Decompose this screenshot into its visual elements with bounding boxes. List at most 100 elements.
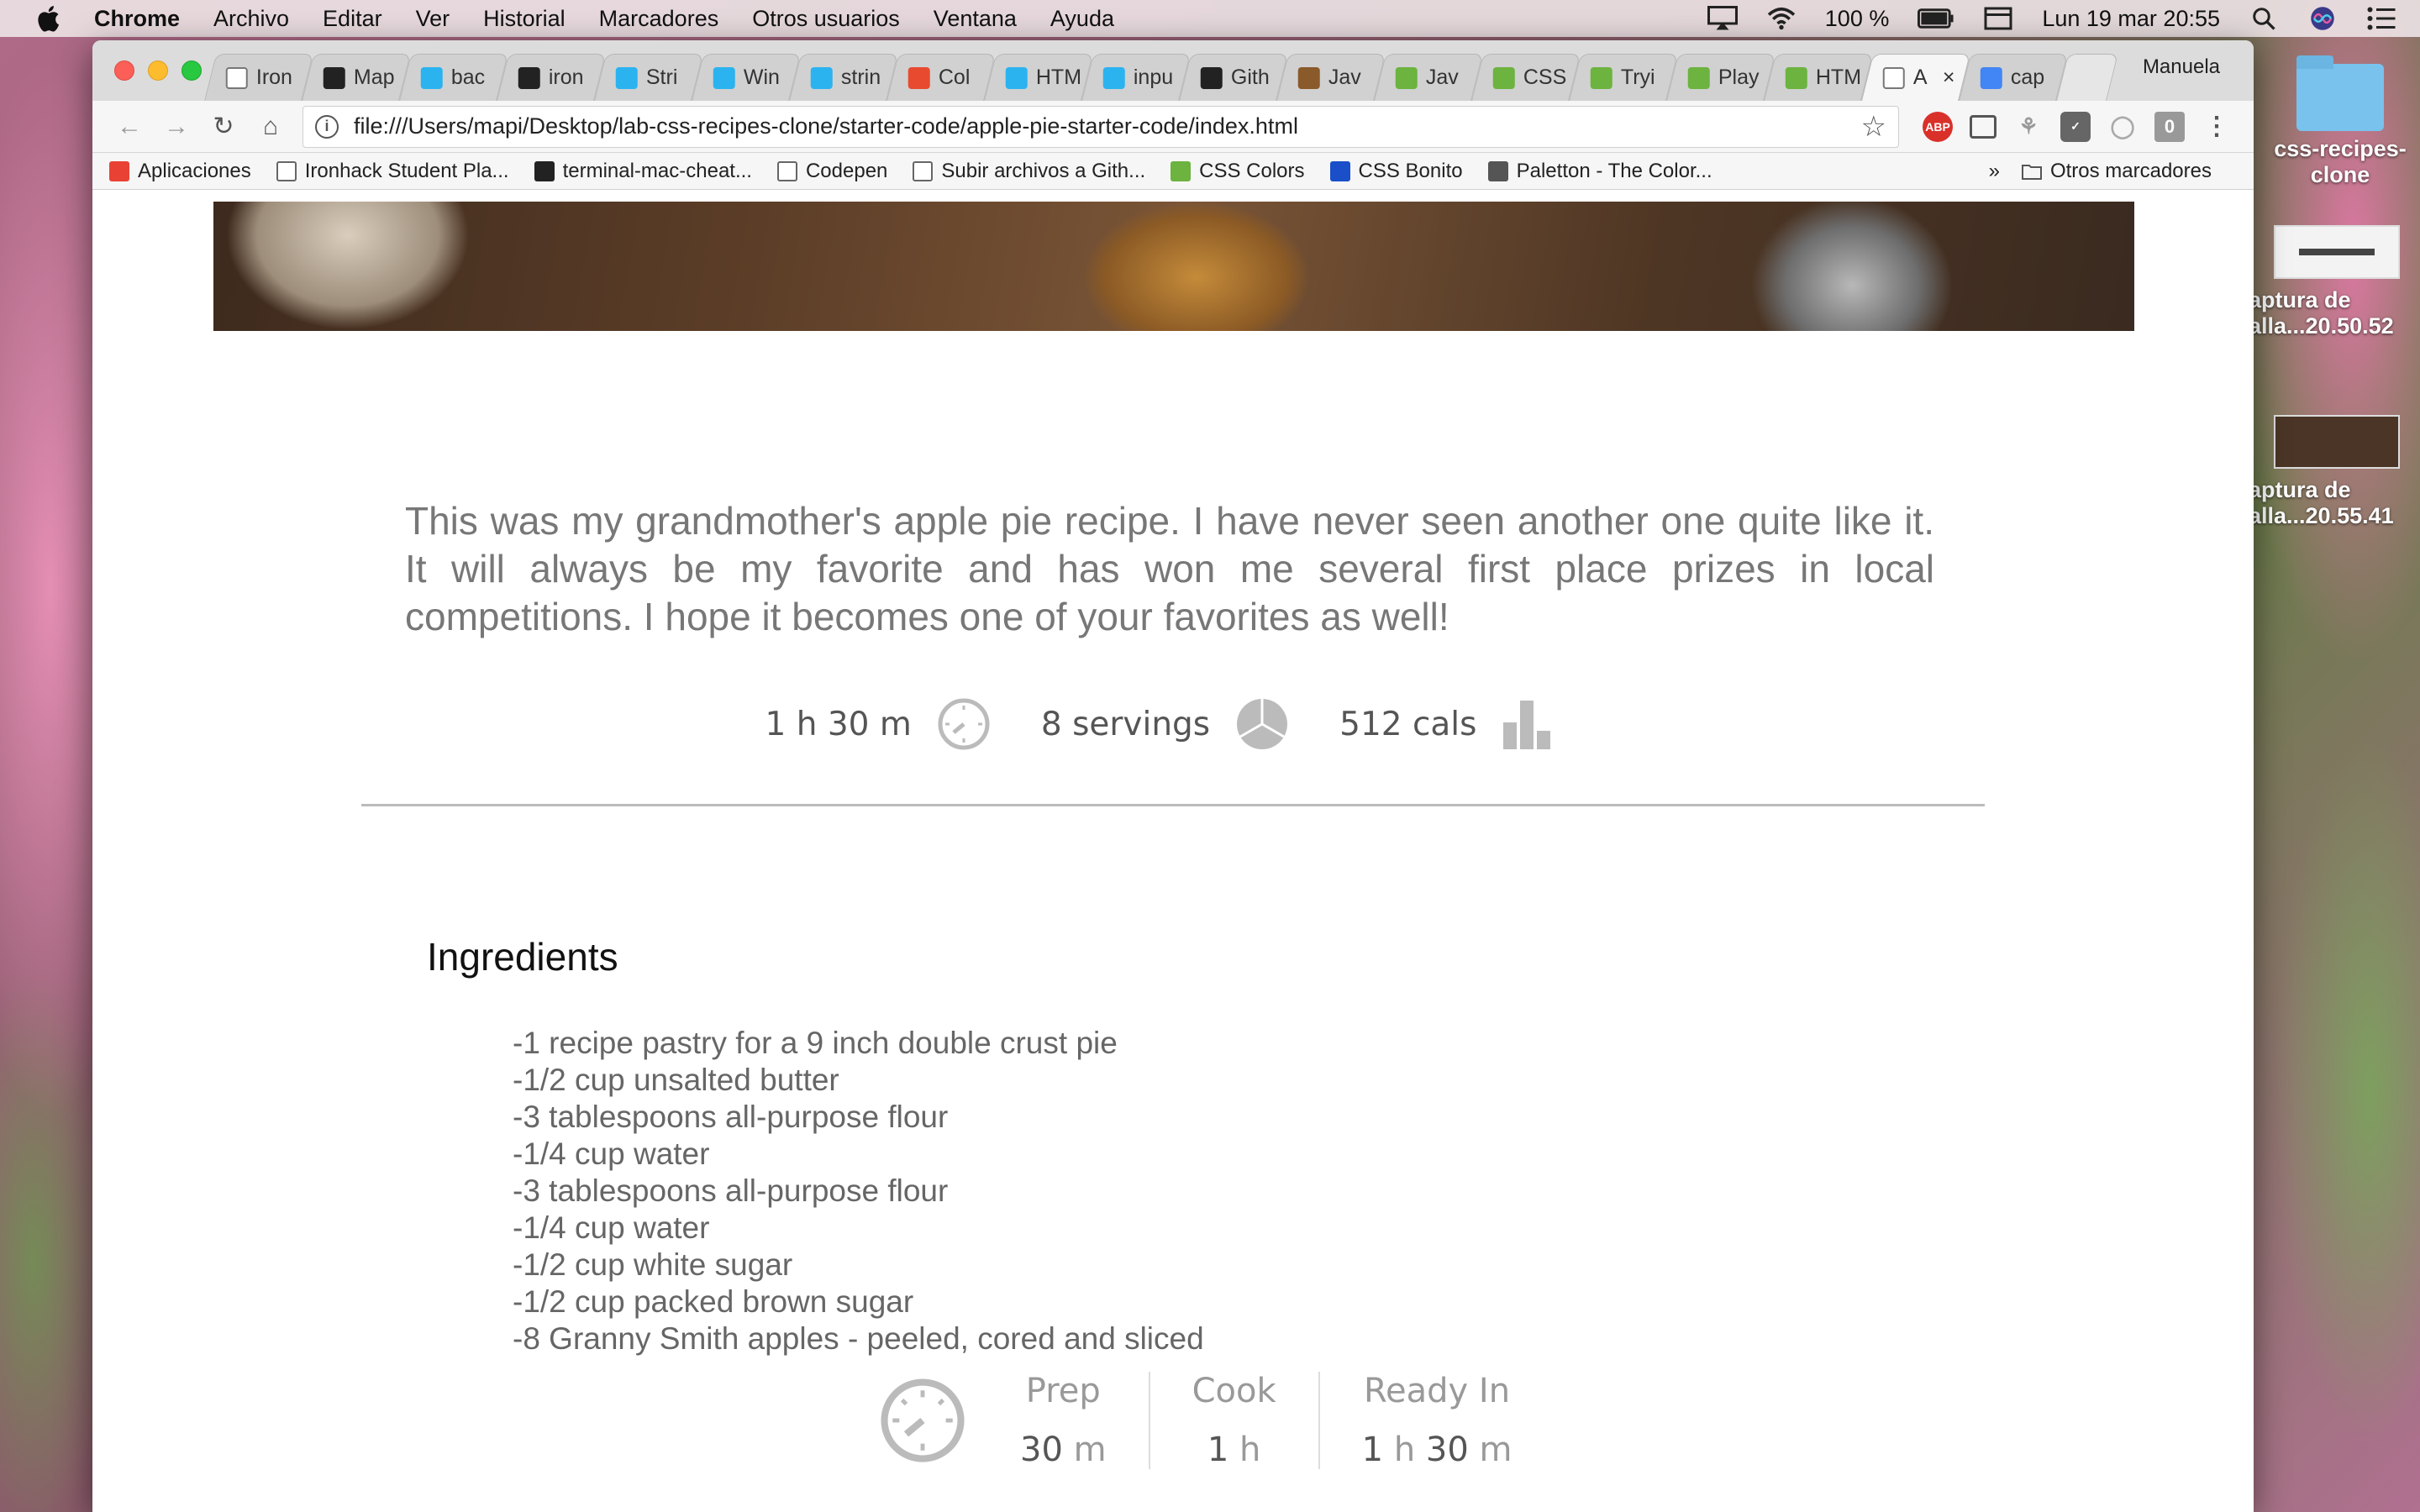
bookmark-item[interactable]: terminal-mac-cheat... [534,160,752,183]
hero-banner-image [213,202,2134,331]
bookmark-item[interactable]: Ironhack Student Pla... [276,160,509,183]
browser-tab[interactable]: Col [886,54,996,101]
bookmark-item[interactable]: CSS Bonito [1329,160,1463,183]
browser-tab[interactable]: HTM [984,54,1093,101]
desktop-folder[interactable]: css-recipes- clone [2260,55,2420,188]
prep-unit: m [1073,1431,1107,1469]
ingredient-item: -1/4 cup water [513,1210,710,1245]
browser-tab[interactable]: Stri [594,54,703,101]
page-icon [1882,66,1905,89]
ingredients-list: -1 recipe pastry for a 9 inch double cru… [513,1025,1204,1357]
menubar-clock[interactable]: Lun 19 mar 20:55 [2042,6,2220,32]
bookmark-item[interactable]: Codepen [776,160,887,183]
browser-tab[interactable]: bac [399,54,508,101]
calendar-icon[interactable] [1983,6,2013,31]
counter-extension-icon[interactable]: 0 [2154,111,2185,142]
other-bookmarks-folder[interactable]: Otros marcadores [2021,160,2212,183]
menu-app-name[interactable]: Chrome [94,6,180,32]
chrome-menu-icon[interactable]: ⋮ [2202,112,2232,142]
hangouts-extension-icon[interactable]: ◯ [2107,112,2138,142]
menu-ver[interactable]: Ver [416,6,450,32]
bookmarks-bar: Aplicaciones Ironhack Student Pla... termi… [92,153,2254,190]
desktop-screenshot-2[interactable]: aptura de alla...20.55.41 [2249,415,2420,529]
browser-tab[interactable]: A × [1861,54,1970,101]
reload-icon[interactable]: ↻ [200,108,247,145]
browser-tab[interactable]: Map [302,54,411,101]
google-icon [1980,66,2002,89]
w3schools-icon [1171,160,1192,181]
profile-name[interactable]: Manuela [2143,55,2220,79]
browser-tab[interactable]: Jav [1374,54,1483,101]
browser-tab[interactable]: CSS [1471,54,1581,101]
browser-tab[interactable]: Play [1666,54,1776,101]
browser-tab[interactable]: HTM [1764,54,1873,101]
bookmark-item[interactable]: Paletton - The Color... [1487,159,1712,183]
folder-icon [2021,164,2042,180]
site-info-icon[interactable]: i [315,114,339,139]
github-icon [323,66,345,89]
browser-tab[interactable]: Gith [1179,54,1288,101]
recipe-times: Prep 30 m Cook 1 h Ready In 1 h 30 m [879,1357,1554,1483]
menu-historial[interactable]: Historial [483,6,566,32]
minimize-window-button[interactable] [148,60,168,81]
page-icon [913,160,934,181]
apple-icon[interactable] [34,3,66,34]
browser-tab[interactable]: Jav [1276,54,1386,101]
menu-otros-usuarios[interactable]: Otros usuarios [752,6,900,32]
bookmark-label: Paletton - The Color... [1516,159,1712,182]
bookmark-star-icon[interactable]: ☆ [1861,110,1886,144]
bookmark-item[interactable]: Subir archivos a Gith... [913,160,1145,183]
back-arrow-icon[interactable]: ← [106,108,153,145]
tab-title: HTM [1035,66,1082,89]
airplay-icon[interactable] [1707,6,1738,31]
notification-center-icon[interactable] [2366,6,2396,31]
wifi-icon[interactable] [1766,6,1797,31]
desktop-folder-label: css-recipes- clone [2274,136,2407,187]
bookmark-item[interactable]: CSS Colors [1171,160,1305,183]
menu-editar[interactable]: Editar [323,6,382,32]
tab-title: iron [548,66,584,89]
browser-tab[interactable]: cap [1959,54,2068,101]
tab-title: Gith [1230,66,1270,89]
forward-arrow-icon[interactable]: → [153,108,200,145]
siri-icon[interactable] [2307,6,2338,31]
new-tab-button[interactable] [2056,54,2118,101]
w3schools-icon [1590,66,1612,89]
zoom-window-button[interactable] [182,60,202,81]
address-bar[interactable]: i file:///Users/mapi/Desktop/lab-css-rec… [302,105,1899,148]
menu-marcadores[interactable]: Marcadores [599,6,719,32]
bookmarks-more-chevron[interactable]: » [1989,160,2000,183]
menu-archivo[interactable]: Archivo [213,6,289,32]
browser-tab[interactable]: Win [692,54,801,101]
spotlight-search-icon[interactable] [2249,6,2279,31]
battery-icon[interactable] [1918,6,1954,31]
menu-ayuda[interactable]: Ayuda [1050,6,1114,32]
accessibility-extension-icon[interactable]: ⚘ [2013,112,2044,142]
pocket-icon[interactable]: ✓ [2060,111,2091,142]
ironhack-icon [810,66,833,89]
browser-tab[interactable]: Iron [204,54,313,101]
bookmark-item[interactable]: Aplicaciones [109,160,251,183]
tab-title: Jav [1328,66,1361,89]
browser-tab[interactable]: iron [497,54,606,101]
w3schools-icon [1395,66,1418,89]
screenshot-extension-icon[interactable] [1970,114,1996,139]
adblock-plus-icon[interactable]: ABP [1923,111,1953,142]
browser-tab[interactable]: strin [789,54,898,101]
browser-tab[interactable]: Tryi [1569,54,1678,101]
w3schools-icon [1785,66,1807,89]
bar-chart-icon [1503,701,1551,749]
close-tab-icon[interactable]: × [1943,66,1955,90]
books-icon [1297,66,1320,89]
ready-time: Ready In 1 h 30 m [1318,1372,1555,1469]
home-icon[interactable]: ⌂ [247,108,294,145]
cook-number: 1 [1207,1431,1229,1469]
codepen-icon [776,160,797,181]
address-bar-url[interactable]: file:///Users/mapi/Desktop/lab-css-recip… [354,113,1861,139]
browser-tab[interactable]: inpu [1081,54,1191,101]
desktop-screenshot-1[interactable]: aptura de alla...20.50.52 [2249,225,2420,339]
page-icon [225,66,248,89]
close-window-button[interactable] [114,60,134,81]
menu-ventana[interactable]: Ventana [934,6,1017,32]
paletton-icon [1487,160,1508,181]
